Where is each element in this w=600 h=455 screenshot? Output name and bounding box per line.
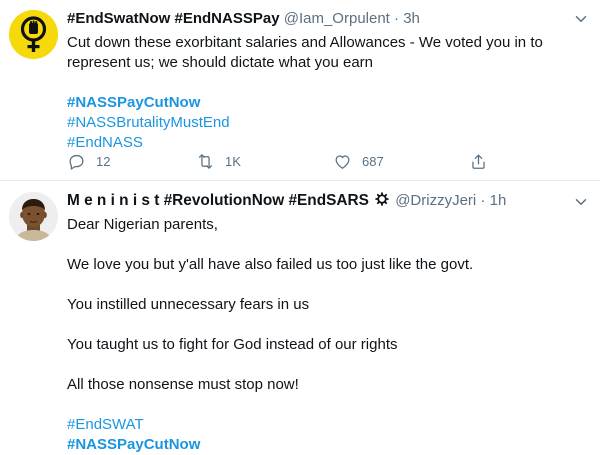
tweet-text-line: You instilled unnecessary fears in us bbox=[67, 296, 310, 313]
gear-badge-icon bbox=[375, 192, 389, 206]
hashtag-link[interactable]: #EndSWAT bbox=[67, 415, 588, 435]
like-count: 687 bbox=[362, 153, 384, 169]
tweet-header: M e n i n i s t #RevolutionNow #EndSARS … bbox=[67, 191, 588, 211]
tweet-text-line: Dear Nigerian parents, bbox=[67, 216, 218, 233]
like-button[interactable]: 687 bbox=[333, 150, 384, 172]
tweet-header: #EndSwatNow #EndNASSPay @Iam_Orpulent · … bbox=[67, 9, 588, 29]
hashtag-link[interactable]: #NASSPayCutNow bbox=[67, 93, 588, 113]
tweet-time[interactable]: 1h bbox=[490, 192, 507, 209]
avatar-drizzyjeri[interactable] bbox=[9, 192, 58, 241]
reply-button[interactable]: 12 bbox=[67, 150, 110, 172]
chevron-down-icon[interactable] bbox=[572, 193, 590, 211]
tweet-text-line: You taught us to fight for God instead o… bbox=[67, 336, 398, 353]
tweet-text-line: represent us; we should dictate what you… bbox=[67, 54, 374, 71]
reply-icon bbox=[69, 154, 84, 170]
tweet-text-line: All those nonsense must stop now! bbox=[67, 376, 299, 393]
reply-count: 12 bbox=[96, 153, 111, 169]
share-button[interactable] bbox=[469, 150, 498, 172]
author-handle[interactable]: @Iam_Orpulent bbox=[284, 10, 390, 27]
feminist-fist-icon bbox=[9, 10, 58, 59]
tweet-text-line: Cut down these exorbitant salaries and A… bbox=[67, 34, 543, 51]
retweet-icon bbox=[198, 153, 213, 169]
heart-icon bbox=[335, 154, 350, 169]
tweet-actions: 12 1K 687 bbox=[67, 150, 507, 172]
hashtag-link[interactable]: #NASSBrutalityMustEnd bbox=[67, 113, 588, 133]
separator-dot: · bbox=[480, 192, 486, 209]
author-handle[interactable]: @DrizzyJeri bbox=[395, 192, 476, 209]
cartoon-face-icon bbox=[9, 192, 58, 241]
separator-dot: · bbox=[394, 10, 400, 27]
tweet-text-line: We love you but y'all have also failed u… bbox=[67, 256, 474, 273]
author-name[interactable]: M e n i n i s t #RevolutionNow #EndSARS bbox=[67, 192, 369, 209]
share-icon bbox=[472, 154, 485, 169]
tweet-1[interactable]: #EndSwatNow #EndNASSPay @Iam_Orpulent · … bbox=[0, 0, 600, 181]
retweet-button[interactable]: 1K bbox=[196, 150, 241, 172]
tweet-time[interactable]: 3h bbox=[403, 10, 420, 27]
retweet-count: 1K bbox=[225, 153, 241, 169]
author-name[interactable]: #EndSwatNow #EndNASSPay bbox=[67, 10, 280, 27]
chevron-down-icon[interactable] bbox=[572, 10, 590, 28]
hashtag-link[interactable]: #NASSPayCutNow bbox=[67, 435, 588, 455]
tweet-2[interactable]: M e n i n i s t #RevolutionNow #EndSARS … bbox=[0, 181, 600, 455]
avatar-iam-orpulent[interactable] bbox=[9, 10, 58, 59]
